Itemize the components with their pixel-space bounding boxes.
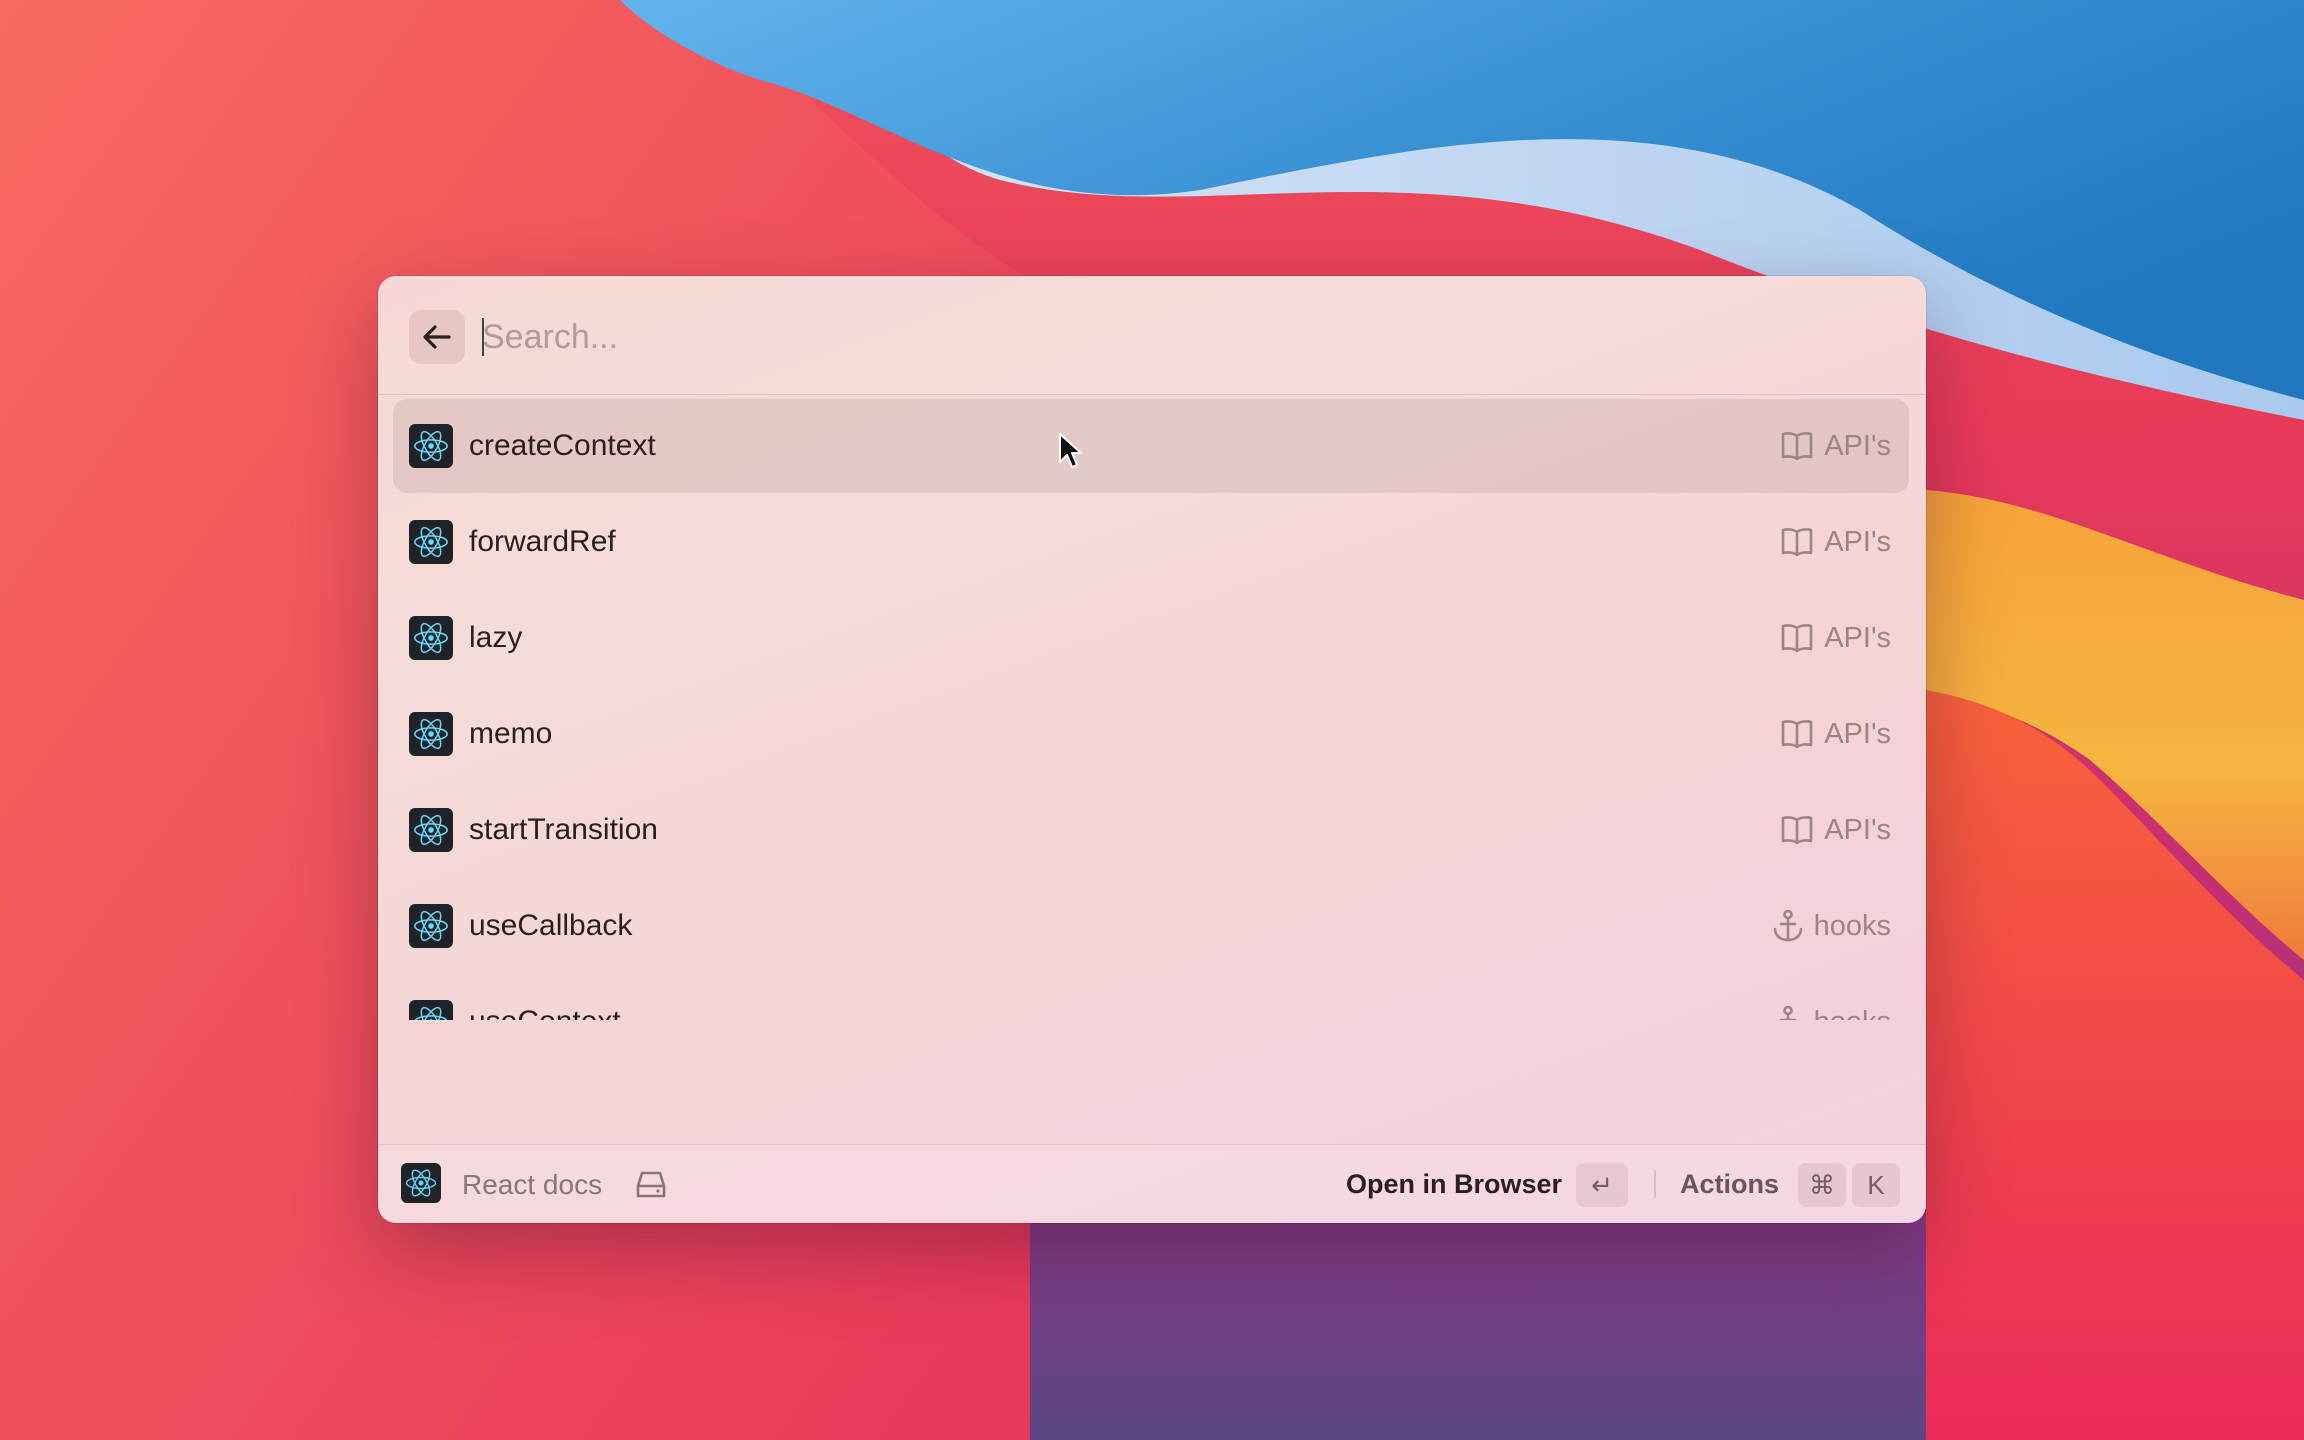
k-key-label: K xyxy=(1867,1169,1885,1200)
book-icon xyxy=(1781,528,1813,557)
actions-button[interactable]: Actions xyxy=(1680,1145,1779,1223)
command-key-label: ⌘ xyxy=(1809,1169,1835,1200)
react-icon xyxy=(409,712,453,756)
item-accessory-text: API's xyxy=(1824,813,1891,846)
react-icon xyxy=(409,808,453,852)
item-accessory-text: hooks xyxy=(1813,909,1891,942)
list-item[interactable]: memo API's xyxy=(393,687,1909,781)
item-accessory: API's xyxy=(1780,495,1891,589)
action-bar: React docs Open in Browser ↵ Actions ⌘ K xyxy=(378,1144,1926,1223)
drive-icon xyxy=(636,1171,666,1198)
react-icon xyxy=(409,616,453,660)
footer-divider xyxy=(1654,1170,1656,1198)
react-icon xyxy=(409,424,453,468)
extension-name: React docs xyxy=(462,1169,603,1200)
anchor-icon xyxy=(1773,909,1802,942)
item-accessory: hooks xyxy=(1772,975,1891,1020)
item-title: startTransition xyxy=(469,813,658,846)
item-title: useContext xyxy=(469,975,621,1020)
item-accessory-text: API's xyxy=(1824,717,1891,750)
item-accessory-text: hooks xyxy=(1814,1006,1891,1021)
mouse-cursor-icon xyxy=(1059,433,1082,468)
enter-key-hint: ↵ xyxy=(1576,1163,1628,1207)
book-icon xyxy=(1781,432,1813,461)
arrow-left-icon xyxy=(423,325,451,349)
item-accessory: hooks xyxy=(1772,879,1891,973)
book-icon xyxy=(1781,720,1813,749)
list-item[interactable]: createContext API's xyxy=(393,399,1909,493)
item-title: forwardRef xyxy=(469,525,616,558)
item-accessory-text: API's xyxy=(1824,525,1891,558)
item-accessory-text: API's xyxy=(1824,621,1891,654)
item-accessory: API's xyxy=(1780,591,1891,685)
anchor-icon xyxy=(1779,1005,1796,1020)
book-icon xyxy=(1781,624,1813,653)
item-accessory-text: API's xyxy=(1824,429,1891,462)
item-title: lazy xyxy=(469,621,523,654)
search-bar xyxy=(378,276,1926,395)
list-item[interactable]: useContext hooks xyxy=(393,975,1909,1020)
search-input[interactable] xyxy=(480,306,1884,368)
item-accessory: API's xyxy=(1780,783,1891,877)
item-title: useCallback xyxy=(469,909,633,942)
open-in-browser-button[interactable]: Open in Browser xyxy=(1346,1145,1562,1223)
launcher-window: createContext API's forwardRef API's laz… xyxy=(378,276,1926,1223)
item-accessory: API's xyxy=(1780,399,1891,493)
react-icon xyxy=(409,1000,453,1020)
list-item[interactable]: startTransition API's xyxy=(393,783,1909,877)
book-icon xyxy=(1781,816,1813,845)
item-title: createContext xyxy=(469,429,656,462)
react-icon xyxy=(409,520,453,564)
react-icon xyxy=(401,1163,441,1203)
list-item[interactable]: lazy API's xyxy=(393,591,1909,685)
back-button[interactable] xyxy=(409,310,465,364)
react-icon xyxy=(409,904,453,948)
enter-key-label: ↵ xyxy=(1591,1169,1613,1200)
list-item[interactable]: useCallback hooks xyxy=(393,879,1909,973)
command-key-hint: ⌘ xyxy=(1798,1163,1846,1207)
k-key-hint: K xyxy=(1852,1163,1900,1207)
list-item[interactable]: forwardRef API's xyxy=(393,495,1909,589)
text-caret xyxy=(482,318,484,356)
item-accessory: API's xyxy=(1780,687,1891,781)
item-title: memo xyxy=(469,717,553,750)
results-list: createContext API's forwardRef API's laz… xyxy=(378,395,1926,1020)
